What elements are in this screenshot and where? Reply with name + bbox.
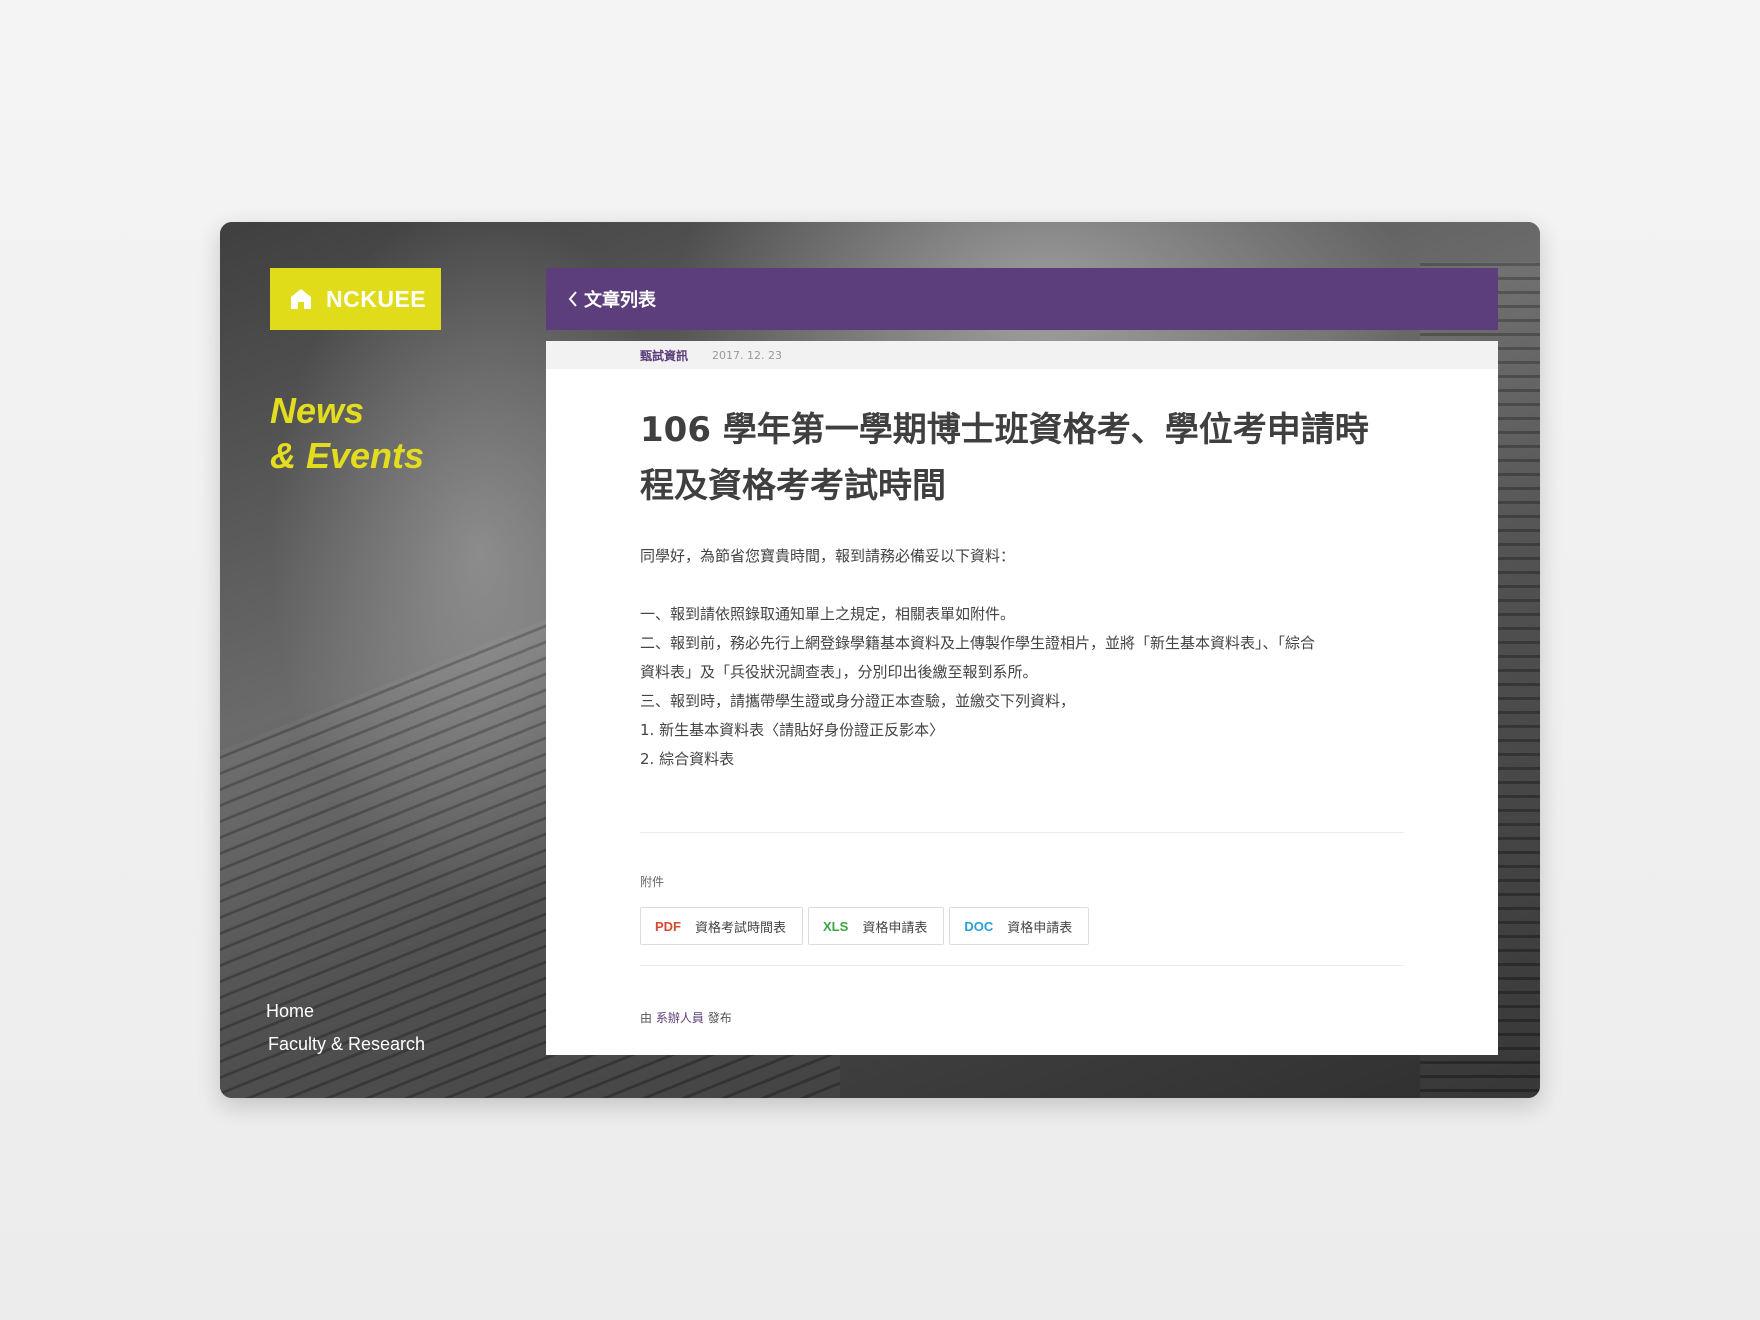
article-header-bar: 文章列表 [546,268,1498,330]
side-nav: Home Faculty & Research [266,995,425,1061]
home-icon [290,288,312,310]
section-title: News & Events [270,388,424,478]
article-title: 106 學年第一學期博士班資格考、學位考申請時 程及資格考考試時間 [640,402,1408,514]
article-title-line2: 程及資格考考試時間 [640,466,946,506]
author-suffix: 發布 [707,1011,732,1025]
logo-text: NCKUEE [326,285,427,312]
back-label: 文章列表 [584,290,656,311]
xls-file-icon: XLS [823,918,849,934]
author-name-link[interactable]: 系辦人員 [656,1011,704,1025]
article-line: 1. 新生基本資料表〈請貼好身份證正反影本〉 [640,721,945,739]
back-to-list-button[interactable]: 文章列表 [568,286,656,312]
section-title-line2: & Events [270,435,425,476]
attachment-doc[interactable]: DOC 資格申請表 [949,907,1090,945]
attachment-name: 資格申請表 [862,920,928,936]
article-line: 一、報到請依照錄取通知單上之規定，相關表單如附件。 [640,605,1016,623]
chevron-left-icon [568,291,584,307]
attachment-name: 資格考試時間表 [695,920,787,936]
divider [640,832,1404,833]
nav-item-home[interactable]: Home [266,995,425,1028]
article-line: 2. 綜合資料表 [640,750,735,768]
article-intro: 同學好，為節省您寶貴時間，報到請務必備妥以下資料： [640,547,1016,565]
home-logo-button[interactable]: NCKUEE [270,268,441,330]
article-title-line1: 106 學年第一學期博士班資格考、學位考申請時 [640,410,1369,450]
attachment-name: 資格申請表 [1007,920,1073,936]
nav-item-faculty-research[interactable]: Faculty & Research [266,1028,425,1061]
article-line: 資料表」及「兵役狀況調查表」，分別印出後繳至報到系所。 [640,663,1038,681]
article-date: 2017. 12. 23 [712,348,782,362]
attachment-xls[interactable]: XLS 資格申請表 [808,907,945,945]
article-category[interactable]: 甄試資訊 [640,347,688,364]
section-title-line1: News [270,390,365,431]
app-window: NCKUEE News & Events Home Faculty & Rese… [220,222,1540,1098]
pdf-file-icon: PDF [655,918,681,934]
author-prefix: 由 [640,1011,653,1025]
attachments-label: 附件 [640,875,665,889]
attachments-list: PDF 資格考試時間表 XLS 資格申請表 DOC 資格申請表 [640,907,1094,945]
divider [640,965,1404,966]
attachment-pdf[interactable]: PDF 資格考試時間表 [640,907,804,945]
article-body: 106 學年第一學期博士班資格考、學位考申請時 程及資格考考試時間 同學好，為節… [640,369,1408,774]
author-line: 由 系辦人員 發布 [640,1009,732,1026]
doc-file-icon: DOC [964,918,994,934]
article-panel: 甄試資訊 2017. 12. 23 106 學年第一學期博士班資格考、學位考申請… [546,341,1498,1055]
article-meta-bar: 甄試資訊 2017. 12. 23 [546,341,1498,369]
article-text: 一、報到請依照錄取通知單上之規定，相關表單如附件。 二、報到前，務必先行上網登錄… [640,600,1408,774]
article-line: 三、報到時，請攜帶學生證或身分證正本查驗，並繳交下列資料， [640,692,1076,710]
article-line: 二、報到前，務必先行上網登錄學籍基本資料及上傳製作學生證相片，並將「新生基本資料… [640,634,1316,652]
